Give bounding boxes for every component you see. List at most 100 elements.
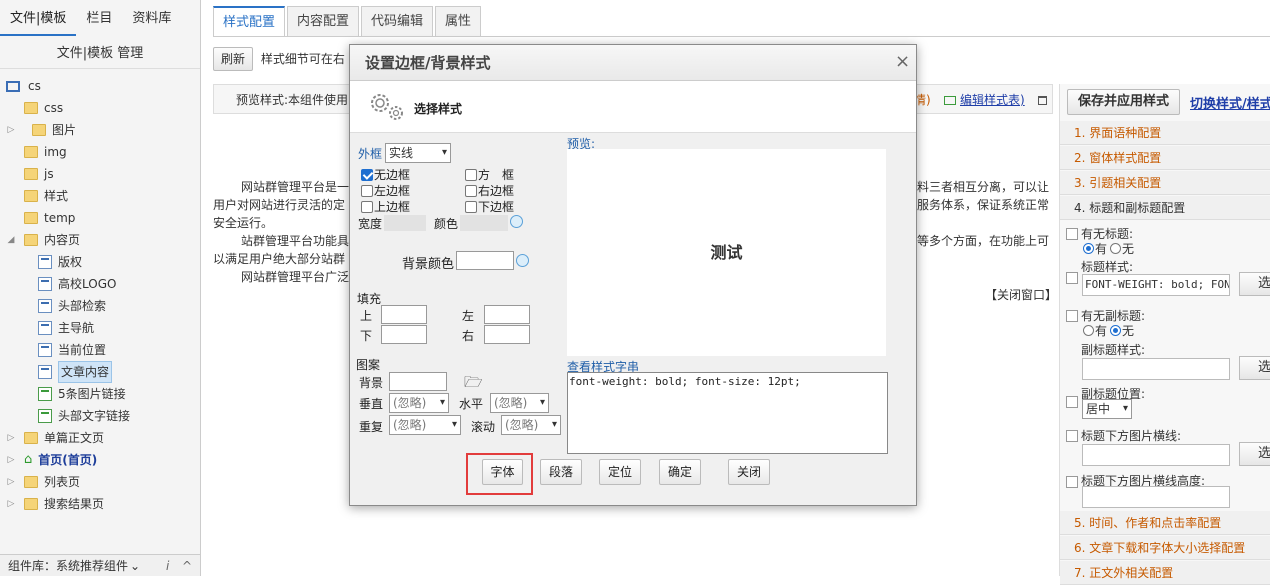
tree-label: 单篇正文页: [44, 431, 105, 445]
tab-style-config[interactable]: 样式配置: [213, 6, 286, 36]
tree-node-copyright[interactable]: 版权: [38, 252, 82, 272]
close-icon[interactable]: ×: [895, 52, 910, 72]
vertical-select[interactable]: (忽略) ▾: [389, 393, 449, 413]
tab-code-edit[interactable]: 代码编辑: [361, 6, 434, 36]
title-no-radio[interactable]: [1110, 243, 1122, 254]
border-style-select[interactable]: 实线 ▾: [385, 143, 451, 163]
tree-node-cs[interactable]: cs: [6, 76, 41, 96]
color-picker-icon[interactable]: [516, 254, 529, 267]
title-yes-radio[interactable]: [1083, 243, 1094, 254]
tree-node-header-text-links[interactable]: 头部文字链接: [38, 406, 130, 426]
tree-node-5-image-links[interactable]: 5条图片链接: [38, 384, 126, 404]
tree-node-css[interactable]: css: [24, 98, 63, 118]
tab-properties[interactable]: 属性: [435, 6, 482, 36]
ok-button[interactable]: 确定: [659, 459, 701, 485]
tab-files-templates[interactable]: 文件|模板: [0, 2, 77, 36]
padding-left-input[interactable]: [484, 305, 530, 324]
tab-columns[interactable]: 栏目: [76, 2, 122, 36]
save-apply-button[interactable]: 保存并应用样式: [1067, 89, 1180, 115]
subtitle-yes-radio[interactable]: [1083, 325, 1094, 336]
checkbox[interactable]: [361, 201, 373, 213]
collapse-icon[interactable]: ◢: [6, 230, 16, 250]
width-input[interactable]: [384, 215, 426, 231]
subtitle-no-radio[interactable]: [1110, 325, 1122, 336]
tree-node-main-nav[interactable]: 主导航: [38, 318, 94, 338]
section-window-style[interactable]: 2. 窗体样式配置: [1060, 146, 1270, 170]
top-border-checkbox[interactable]: 上边框: [361, 198, 410, 215]
image-line-height-input[interactable]: [1082, 486, 1230, 508]
repeat-select[interactable]: (忽略) ▾: [389, 415, 461, 435]
tree-node-js[interactable]: js: [24, 164, 54, 184]
open-folder-icon[interactable]: 🗁: [464, 372, 483, 397]
tab-content-config[interactable]: 内容配置: [287, 6, 360, 36]
chevron-down-icon: ▾: [1122, 403, 1128, 414]
close-window-link[interactable]: 【关闭窗口】: [985, 286, 1057, 304]
no-border-checkbox[interactable]: 无边框: [361, 166, 410, 183]
checkbox[interactable]: [361, 169, 373, 181]
checkbox[interactable]: [465, 169, 477, 181]
section-title-subtitle[interactable]: 4. 标题和副标题配置: [1060, 196, 1270, 220]
padding-bottom-input[interactable]: [381, 325, 427, 344]
section-time-author[interactable]: 5. 时间、作者和点击率配置: [1060, 511, 1270, 535]
bg-image-input[interactable]: [389, 372, 447, 391]
tree-node-single-article[interactable]: ▷ 单篇正文页: [6, 428, 104, 448]
expand-icon[interactable]: ▷: [6, 472, 16, 492]
paragraph-button[interactable]: 段落: [540, 459, 582, 485]
refresh-button[interactable]: 刷新: [213, 47, 253, 71]
horizontal-select[interactable]: (忽略) ▾: [490, 393, 549, 413]
chevron-up-icon[interactable]: ^: [182, 555, 192, 577]
position-button[interactable]: 定位: [599, 459, 641, 485]
title-style-input[interactable]: FONT-WEIGHT: bold; FONT-: [1082, 274, 1230, 296]
edit-icon: [944, 96, 956, 105]
bg-color-input[interactable]: [456, 251, 514, 270]
left-border-checkbox[interactable]: 左边框: [361, 182, 410, 199]
scroll-select[interactable]: (忽略) ▾: [501, 415, 561, 435]
color-input[interactable]: [460, 215, 508, 231]
subtitle-style-choose-button[interactable]: 选择: [1239, 356, 1270, 380]
tree-node-images[interactable]: ▷ 图片: [6, 120, 76, 140]
component-library-bar[interactable]: 组件库：系统推荐组件 ⌄ i ^: [0, 554, 200, 576]
section-download-font[interactable]: 6. 文章下载和字体大小选择配置: [1060, 536, 1270, 560]
expand-icon[interactable]: ▷: [6, 450, 16, 470]
tree-node-img[interactable]: img: [24, 142, 67, 162]
bottom-border-checkbox[interactable]: 下边框: [465, 198, 514, 215]
section-language[interactable]: 1. 界面语种配置: [1060, 121, 1270, 145]
tree-node-list-page[interactable]: ▷ 列表页: [6, 472, 80, 492]
expand-icon[interactable]: ▷: [6, 494, 16, 514]
right-border-checkbox[interactable]: 右边框: [465, 182, 514, 199]
paragraph-text: 服务体系，保证系统正常: [917, 198, 1050, 212]
color-picker-icon[interactable]: [510, 215, 523, 228]
info-icon[interactable]: i: [166, 555, 169, 577]
chevron-down-icon[interactable]: ⌄: [130, 559, 140, 573]
tree-node-content-page[interactable]: ◢ 内容页: [6, 230, 80, 250]
tree-node-article-content[interactable]: 文章内容: [38, 361, 113, 383]
padding-top-input[interactable]: [381, 305, 427, 324]
subtitle-style-input[interactable]: [1082, 358, 1230, 380]
checkbox[interactable]: [361, 185, 373, 197]
title-style-choose-button[interactable]: 选择: [1239, 272, 1270, 296]
image-line-input[interactable]: [1082, 444, 1230, 466]
checkbox[interactable]: [465, 201, 477, 213]
close-button[interactable]: 关闭: [728, 459, 770, 485]
tree-node-temp[interactable]: temp: [24, 208, 75, 228]
switch-style-link[interactable]: 切换样式/样式: [1190, 93, 1270, 112]
tab-library[interactable]: 资料库: [122, 2, 181, 36]
section-lead-title[interactable]: 3. 引题相关配置: [1060, 171, 1270, 195]
css-string-textarea[interactable]: font-weight: bold; font-size: 12pt;: [567, 372, 888, 454]
tree-node-home[interactable]: ▷ ⌂ 首页(首页): [6, 450, 98, 470]
expand-icon[interactable]: ▷: [6, 120, 16, 140]
section-extra[interactable]: 7. 正文外相关配置: [1060, 561, 1270, 585]
image-line-choose-button[interactable]: 选择: [1239, 442, 1270, 466]
subtitle-position-select[interactable]: 居中 ▾: [1082, 399, 1132, 419]
expand-icon[interactable]: ▷: [6, 428, 16, 448]
tree-node-styles[interactable]: 样式: [24, 186, 68, 206]
padding-right-input[interactable]: [484, 325, 530, 344]
tree-node-logo[interactable]: 高校LOGO: [38, 274, 116, 294]
edit-stylesheet-link[interactable]: 编辑样式表): [960, 85, 1025, 115]
box-border-checkbox[interactable]: 方 框: [465, 166, 514, 183]
tree-node-header-search[interactable]: 头部检索: [38, 296, 106, 316]
tree-node-current-location[interactable]: 当前位置: [38, 340, 106, 360]
maximize-icon[interactable]: [1038, 96, 1047, 105]
tree-node-search-results[interactable]: ▷ 搜索结果页: [6, 494, 104, 514]
checkbox[interactable]: [465, 185, 477, 197]
